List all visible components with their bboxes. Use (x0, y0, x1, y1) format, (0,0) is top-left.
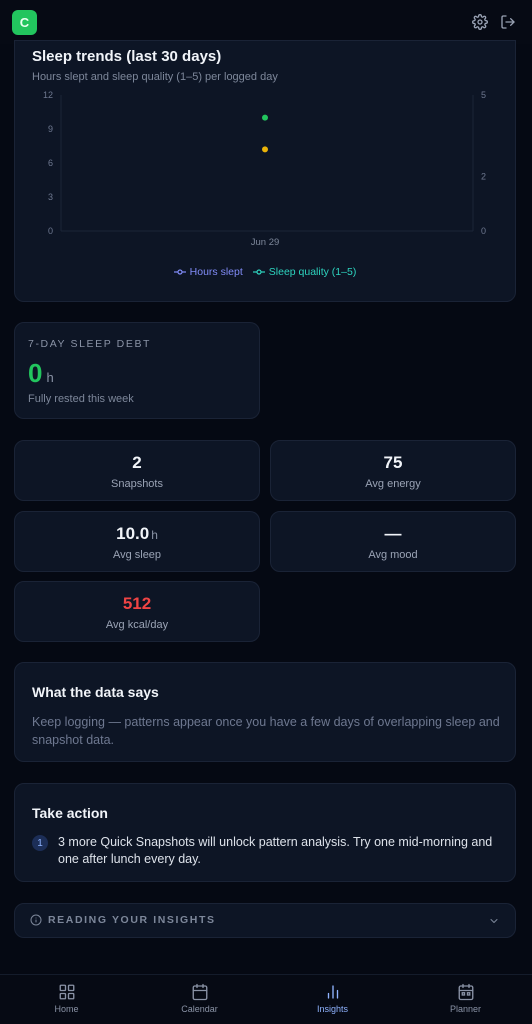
stat-sleep-value: 10.0 (116, 524, 150, 543)
legend-hours-swatch (173, 269, 186, 275)
left-tick-label: 3 (48, 192, 53, 202)
grid-icon (58, 983, 76, 1001)
action-text: 3 more Quick Snapshots will unlock patte… (58, 835, 493, 866)
insights-body: Keep logging — patterns appear once you … (32, 715, 500, 747)
take-action-title: Take action (32, 805, 108, 821)
planner-icon (457, 983, 475, 1001)
nav-insights[interactable]: Insights (266, 975, 399, 1024)
legend-quality-swatch (252, 269, 265, 275)
sleep-debt-note: Fully rested this week (28, 393, 134, 405)
stat-kcal-label: Avg kcal/day (105, 619, 169, 631)
stat-sleep-label: Avg sleep (112, 549, 162, 561)
top-bar: C (0, 0, 532, 44)
sleep-trends-title: Sleep trends (last 30 days) (32, 48, 222, 65)
stat-snapshots-label: Snapshots (111, 478, 163, 490)
reading-insights-toggle[interactable]: READING YOUR INSIGHTS (14, 903, 516, 938)
action-item: 1 3 more Quick Snapshots will unlock pat… (32, 834, 498, 868)
left-tick-label: 6 (48, 158, 53, 168)
bottom-nav: Home Calendar Insights Planner (0, 974, 532, 1024)
insights-title: What the data says (32, 684, 159, 700)
app-logo[interactable]: C (12, 9, 37, 35)
left-tick-label: 12 (43, 90, 53, 100)
calendar-icon (191, 983, 209, 1001)
nav-home[interactable]: Home (0, 975, 133, 1024)
chart-legend: Hours slept Sleep quality (1–5) (15, 266, 515, 278)
sleep-trends-subtitle: Hours slept and sleep quality (1–5) per … (32, 71, 278, 83)
insights-card: What the data says Keep logging — patter… (14, 662, 516, 762)
nav-planner[interactable]: Planner (399, 975, 532, 1024)
sleep-debt-unit: h (46, 370, 54, 385)
sleep-debt-card: 7-DAY SLEEP DEBT 0 h Fully rested this w… (14, 322, 260, 419)
reading-insights-label: READING YOUR INSIGHTS (48, 914, 216, 926)
chevron-down-icon (490, 919, 498, 923)
nav-insights-label: Insights (316, 1004, 349, 1014)
logout-icon[interactable] (500, 14, 516, 30)
right-tick-label: 2 (481, 172, 486, 182)
left-tick-label: 0 (48, 226, 53, 236)
legend-hours-label: Hours slept (189, 266, 243, 278)
stat-avg-energy: 75 Avg energy (270, 440, 516, 501)
sleep-trends-chart: 0 3 6 9 12 0 2 5 Jun 29 (43, 90, 486, 248)
data-point (262, 114, 268, 121)
x-tick-label: Jun 29 (251, 237, 280, 248)
action-number-badge: 1 (32, 835, 48, 851)
legend-hours-slept[interactable]: Hours slept (173, 266, 243, 278)
header-actions (472, 14, 516, 30)
stat-snapshots: 2 Snapshots (14, 440, 260, 501)
gear-icon[interactable] (472, 14, 488, 30)
nav-home-label: Home (54, 1004, 79, 1014)
stat-energy-label: Avg energy (365, 478, 421, 490)
stat-sleep-unit: h (151, 528, 158, 542)
stat-avg-kcal: 512 Avg kcal/day (14, 581, 260, 642)
info-icon (30, 914, 42, 926)
nav-planner-label: Planner (449, 1004, 482, 1014)
take-action-card: Take action 1 3 more Quick Snapshots wil… (14, 783, 516, 882)
stat-sleep-value-wrap: 10.0 h (15, 524, 259, 544)
stat-snapshots-value: 2 (132, 453, 142, 472)
nav-calendar[interactable]: Calendar (133, 975, 266, 1024)
sleep-debt-number: 0 (28, 358, 43, 388)
sleep-debt-label: 7-DAY SLEEP DEBT (28, 338, 152, 350)
stat-mood-value: — (384, 524, 402, 543)
right-tick-label: 0 (481, 226, 486, 236)
legend-sleep-quality[interactable]: Sleep quality (1–5) (252, 266, 357, 278)
sleep-trends-card: Sleep trends (last 30 days) Hours slept … (14, 40, 516, 302)
sleep-debt-value: 0 h (28, 358, 54, 389)
stat-mood-label: Avg mood (368, 549, 418, 561)
left-tick-label: 9 (48, 124, 53, 134)
nav-calendar-label: Calendar (181, 1004, 218, 1014)
stat-avg-sleep: 10.0 h Avg sleep (14, 511, 260, 572)
stat-energy-value: 75 (383, 453, 403, 472)
data-point (262, 146, 268, 153)
right-tick-label: 5 (481, 90, 486, 100)
bar-chart-icon (324, 983, 342, 1001)
stat-kcal-value: 512 (122, 594, 152, 613)
legend-quality-label: Sleep quality (1–5) (268, 266, 357, 278)
stat-avg-mood: — Avg mood (270, 511, 516, 572)
